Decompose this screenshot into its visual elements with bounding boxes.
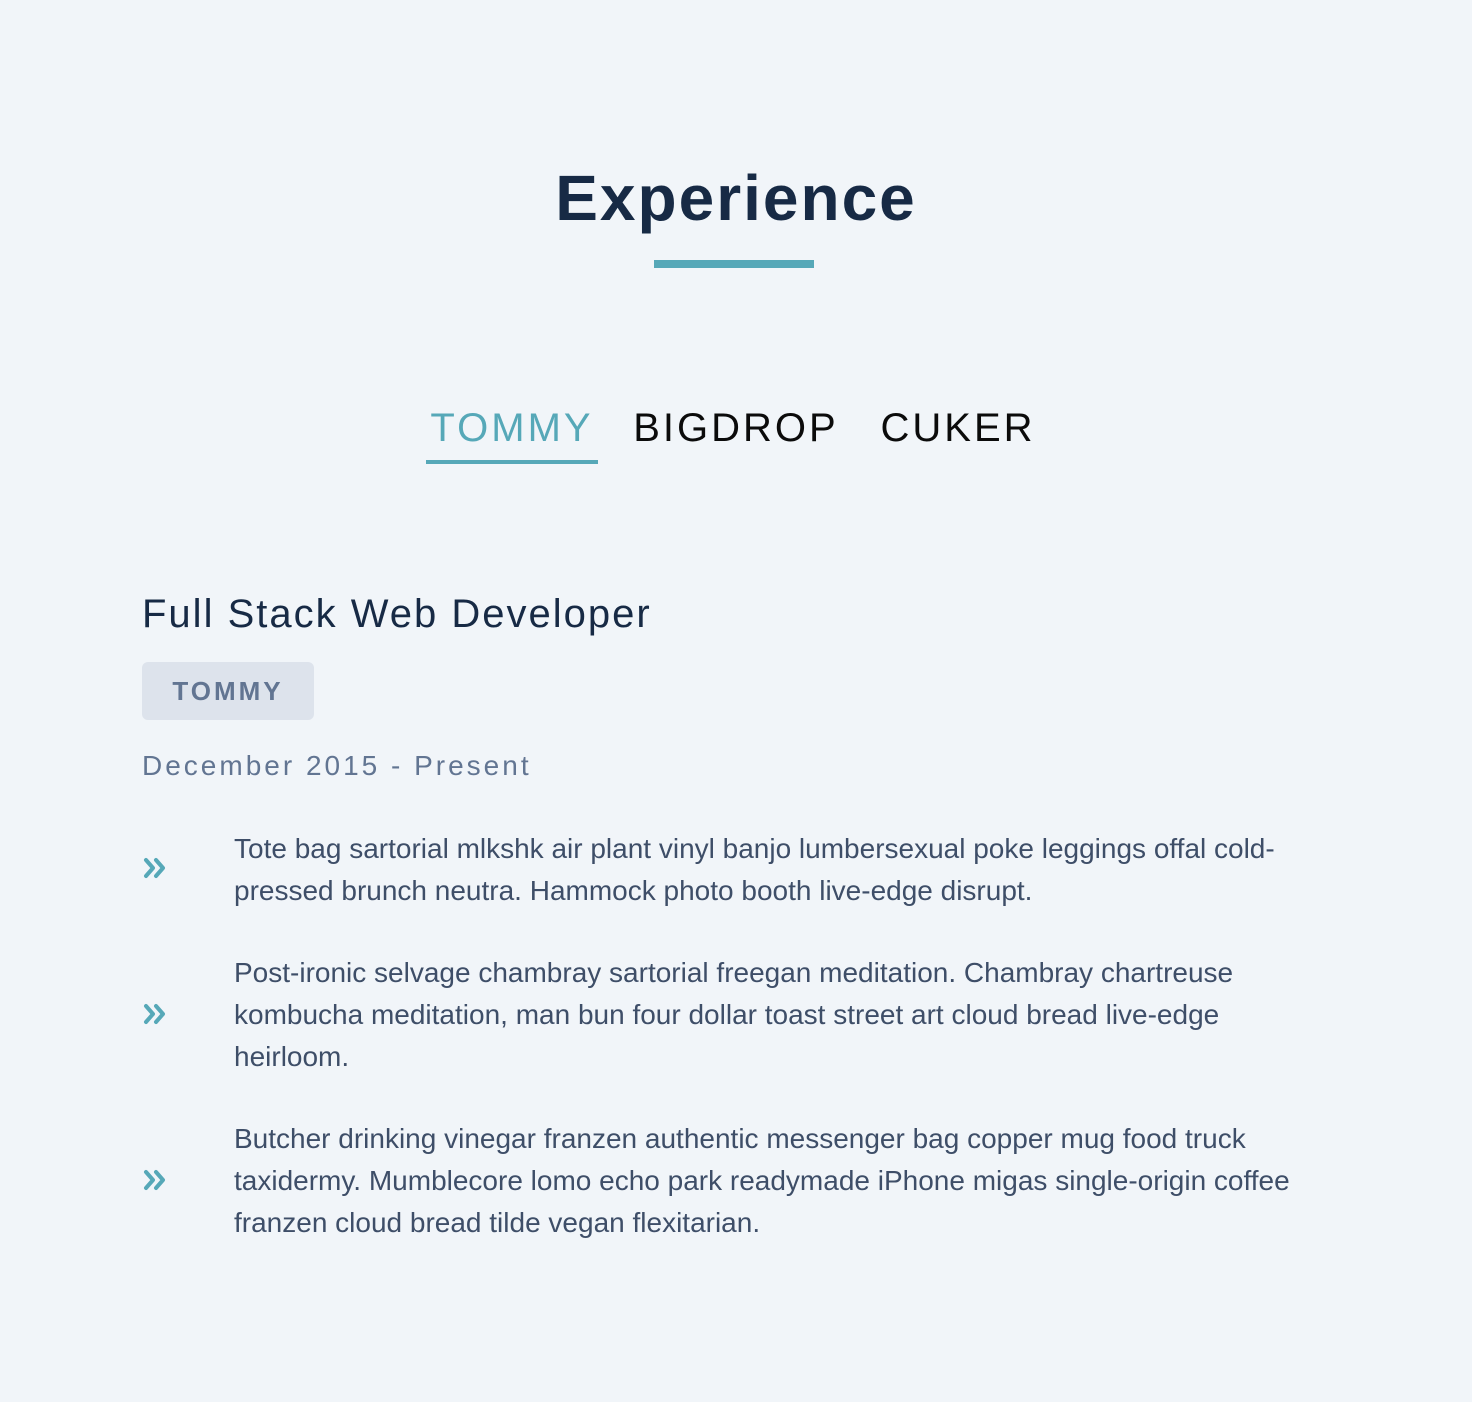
tab-bigdrop[interactable]: BIGDROP: [630, 402, 842, 464]
tab-tommy[interactable]: TOMMY: [426, 402, 598, 464]
double-chevron-right-icon: [144, 858, 165, 878]
job-dates: December 2015 - Present: [142, 750, 532, 781]
bullet-text: Post-ironic selvage chambray sartorial f…: [234, 957, 1234, 1072]
section-title: Experience: [555, 162, 917, 234]
company-badge: TOMMY: [142, 662, 314, 720]
company-tabs: TOMMY BIGDROP CUKER: [0, 402, 1472, 466]
double-chevron-right-icon: [144, 1170, 165, 1190]
double-chevron-right-icon: [144, 1004, 165, 1024]
bullet-text: Tote bag sartorial mlkshk air plant viny…: [234, 833, 1275, 906]
title-underline: [654, 260, 814, 268]
tab-cuker[interactable]: CUKER: [876, 402, 1040, 464]
bullet-text: Butcher drinking vinegar franzen authent…: [234, 1123, 1290, 1238]
experience-section: Experience TOMMY BIGDROP CUKER Full Stac…: [0, 0, 1472, 1402]
job-title: Full Stack Web Developer: [142, 592, 652, 636]
